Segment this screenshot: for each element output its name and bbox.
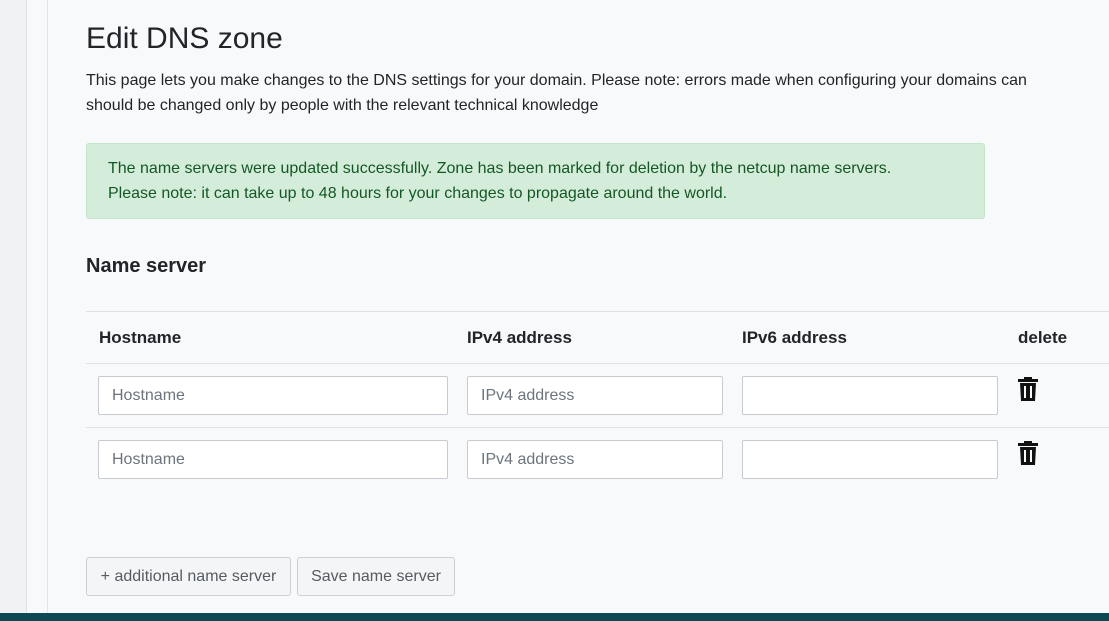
save-name-server-button[interactable]: Save name server — [297, 557, 455, 596]
name-server-table: Hostname IPv4 address IPv6 address delet… — [86, 311, 1109, 492]
page-title: Edit DNS zone — [86, 22, 283, 55]
ipv4-input[interactable] — [467, 440, 723, 479]
intro-line-2: should be changed only by people with th… — [86, 97, 599, 114]
main-content: Edit DNS zone This page lets you make ch… — [47, 0, 1109, 613]
column-hostname: Hostname — [99, 328, 182, 347]
hostname-input[interactable] — [98, 440, 448, 479]
ipv6-input[interactable] — [742, 440, 998, 479]
hostname-input[interactable] — [98, 376, 448, 415]
ipv4-input[interactable] — [467, 376, 723, 415]
column-delete: delete — [1018, 328, 1068, 347]
table-header: Hostname IPv4 address IPv6 address delet… — [86, 312, 1109, 364]
alert-line-2: Please note: it can take up to 48 hours … — [108, 185, 728, 202]
trash-icon[interactable] — [1018, 441, 1038, 465]
left-sidebar — [0, 0, 27, 613]
column-ipv4: IPv4 address — [467, 328, 572, 347]
ipv6-input[interactable] — [742, 376, 998, 415]
trash-icon[interactable] — [1018, 377, 1038, 401]
table-row — [86, 364, 1109, 428]
footer-bar — [0, 613, 1109, 621]
add-name-server-button[interactable]: + additional name server — [86, 557, 291, 596]
column-ipv6: IPv6 address — [742, 328, 847, 347]
success-alert: The name servers were updated successful… — [86, 143, 985, 219]
table-row — [86, 428, 1109, 492]
name-server-heading: Name server — [86, 255, 207, 277]
alert-line-1: The name servers were updated successful… — [108, 160, 892, 177]
intro-line-1: This page lets you make changes to the D… — [86, 72, 1027, 89]
page-intro: This page lets you make changes to the D… — [86, 68, 1109, 118]
